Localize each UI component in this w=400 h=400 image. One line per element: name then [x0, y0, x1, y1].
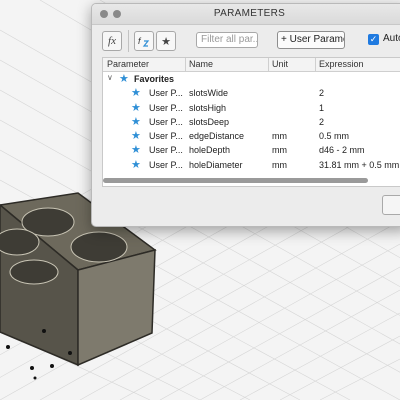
param-expression[interactable]: 31.81 mm + 0.5 mm	[319, 160, 399, 170]
param-name[interactable]: holeDiameter	[189, 160, 243, 170]
table-row[interactable]: ★ User P... slotsDeep 2	[103, 115, 400, 129]
star-icon[interactable]: ★	[131, 158, 141, 171]
column-expression[interactable]: Expression	[319, 59, 364, 69]
star-icon[interactable]: ★	[131, 101, 141, 114]
param-name[interactable]: slotsWide	[189, 88, 228, 98]
filter-input[interactable]: Filter all par...	[196, 32, 258, 48]
param-type: User P...	[149, 159, 183, 170]
column-unit[interactable]: Unit	[272, 59, 288, 69]
param-unit: mm	[272, 145, 287, 156]
param-name[interactable]: holeDepth	[189, 145, 230, 155]
table-row[interactable]: ★ User P... holeDepth mm d46 - 2 mm	[103, 143, 400, 157]
chevron-down-icon[interactable]: ∨	[107, 73, 113, 82]
favorites-label: Favorites	[134, 74, 175, 84]
param-unit: mm	[272, 159, 287, 170]
param-name[interactable]: edgeDistance	[189, 131, 244, 141]
title-bar[interactable]: PARAMETERS	[92, 4, 400, 25]
parameters-dialog: PARAMETERS fx f ★ Filter all par... + Us…	[91, 3, 400, 227]
sort-icon[interactable]: f	[134, 31, 154, 51]
table-row[interactable]: ★ User P... slotsWide 2	[103, 86, 400, 100]
param-expression[interactable]: 2	[319, 88, 324, 98]
param-type: User P...	[149, 145, 183, 156]
param-type: User P...	[149, 131, 183, 142]
param-name[interactable]: slotsHigh	[189, 103, 226, 113]
column-name[interactable]: Name	[189, 59, 213, 69]
ok-button[interactable]	[382, 195, 400, 215]
param-unit: mm	[272, 131, 287, 142]
dialog-title: PARAMETERS	[213, 8, 286, 19]
parameters-table: Parameter Name Unit Expression ∨ ★ Favor…	[102, 57, 400, 187]
param-name[interactable]: slotsDeep	[189, 117, 229, 127]
auto-checkbox[interactable]: ✓	[368, 34, 379, 45]
table-row[interactable]: ★ User P... slotsHigh 1	[103, 101, 400, 115]
table-row[interactable]: ★ User P... edgeDistance mm 0.5 mm	[103, 129, 400, 143]
favorites-filter-icon[interactable]: ★	[156, 31, 176, 51]
favorites-group-row[interactable]: ∨ ★ Favorites	[103, 72, 400, 86]
toolbar: fx f ★ Filter all par... + User Paramete…	[92, 28, 400, 56]
param-type: User P...	[149, 102, 183, 113]
svg-text:f: f	[138, 36, 142, 46]
param-expression[interactable]: 1	[319, 103, 324, 113]
param-type: User P...	[149, 116, 183, 127]
toolbar-divider	[128, 30, 129, 52]
param-expression[interactable]: 0.5 mm	[319, 131, 349, 141]
star-icon: ★	[119, 73, 129, 85]
table-row[interactable]: ★ User P... holeDiameter mm 31.81 mm + 0…	[103, 158, 400, 172]
param-type: User P...	[149, 88, 183, 99]
star-icon[interactable]: ★	[131, 129, 141, 142]
auto-label: Auto	[383, 33, 400, 44]
param-expression[interactable]: d46 - 2 mm	[319, 145, 365, 155]
column-parameter[interactable]: Parameter	[107, 59, 149, 69]
horizontal-scrollbar[interactable]	[103, 178, 368, 183]
star-icon[interactable]: ★	[131, 115, 141, 128]
function-icon[interactable]: fx	[102, 31, 122, 51]
star-icon[interactable]: ★	[131, 86, 141, 99]
param-expression[interactable]: 2	[319, 117, 324, 127]
add-user-parameter-button[interactable]: + User Parameter	[277, 31, 345, 49]
table-header: Parameter Name Unit Expression	[103, 58, 400, 72]
star-icon[interactable]: ★	[131, 143, 141, 156]
